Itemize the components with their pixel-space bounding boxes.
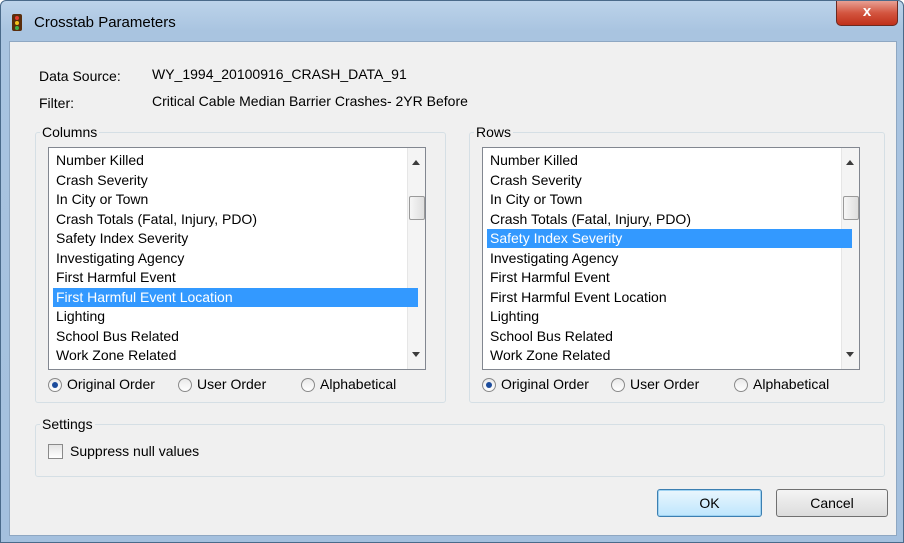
dialog-body: Data Source: WY_1994_20100916_CRASH_DATA… — [9, 41, 897, 536]
list-item[interactable]: Crash Totals (Fatal, Injury, PDO) — [487, 210, 852, 229]
list-item[interactable]: First Harmful Event — [487, 268, 852, 287]
rows-group: Rows Number Killed Crash Severity In City … — [469, 124, 885, 403]
list-item[interactable]: First Harmful Event — [53, 268, 418, 287]
list-item[interactable]: Crash Severity — [53, 171, 418, 190]
list-item[interactable]: First Harmful Event Location — [53, 287, 418, 307]
suppress-null-label[interactable]: Suppress null values — [70, 443, 199, 459]
radio-label[interactable]: User Order — [630, 376, 699, 392]
columns-listbox[interactable]: Number Killed Crash Severity In City or To… — [48, 147, 426, 370]
rows-listbox[interactable]: Number Killed Crash Severity In City or To… — [482, 147, 860, 370]
title-bar[interactable]: Crosstab Parameters x — [1, 1, 903, 41]
settings-group-title: Settings — [40, 416, 95, 432]
filter-value: Critical Cable Median Barrier Crashes- 2… — [152, 93, 468, 109]
radio-label[interactable]: Original Order — [501, 376, 589, 392]
list-item[interactable]: Work Zone Related — [487, 346, 852, 365]
list-item[interactable]: Crash Totals (Fatal, Injury, PDO) — [53, 210, 418, 229]
dialog-window: Crosstab Parameters x Data Source: WY_19… — [0, 0, 904, 543]
cancel-button[interactable]: Cancel — [776, 489, 888, 517]
radio-label[interactable]: Original Order — [67, 376, 155, 392]
ok-button[interactable]: OK — [657, 489, 762, 517]
radio-button[interactable] — [482, 378, 496, 392]
list-item[interactable]: Number Killed — [53, 151, 418, 170]
list-item[interactable]: Investigating Agency — [487, 249, 852, 268]
list-item[interactable]: School Bus Related — [53, 327, 418, 346]
radio-label[interactable]: Alphabetical — [320, 376, 396, 392]
columns-group-title: Columns — [40, 124, 100, 140]
list-item[interactable]: School Bus Related — [487, 327, 852, 346]
rows-group-title: Rows — [474, 124, 514, 140]
list-item[interactable]: Safety Index Severity — [487, 229, 852, 248]
window-title: Crosstab Parameters — [34, 14, 176, 31]
data-source-label: Data Source: — [39, 68, 121, 84]
radio-button[interactable] — [301, 378, 315, 392]
list-item[interactable]: In City or Town — [53, 190, 418, 209]
suppress-null-checkbox[interactable] — [48, 444, 63, 459]
list-item[interactable]: Number Killed — [487, 151, 852, 170]
close-icon: x — [862, 3, 872, 20]
columns-group: Columns Number Killed Crash Severity In Ci… — [35, 124, 446, 403]
traffic-light-icon — [12, 14, 22, 31]
list-item[interactable]: Work Zone Related — [53, 346, 418, 365]
settings-group: Settings Suppress null values — [35, 416, 885, 477]
radio-button[interactable] — [178, 378, 192, 392]
list-item[interactable]: In City or Town — [487, 190, 852, 209]
list-item[interactable]: Crash Severity — [487, 171, 852, 190]
list-item[interactable]: Lighting — [53, 307, 418, 326]
list-item[interactable]: Lighting — [487, 307, 852, 326]
radio-button[interactable] — [611, 378, 625, 392]
close-button[interactable]: x — [836, 1, 898, 26]
radio-button[interactable] — [734, 378, 748, 392]
radio-label[interactable]: User Order — [197, 376, 266, 392]
radio-label[interactable]: Alphabetical — [753, 376, 829, 392]
data-source-value: WY_1994_20100916_CRASH_DATA_91 — [152, 66, 407, 82]
filter-label: Filter: — [39, 95, 74, 111]
radio-button[interactable] — [48, 378, 62, 392]
list-item[interactable]: Investigating Agency — [53, 249, 418, 268]
list-item[interactable]: First Harmful Event Location — [487, 288, 852, 307]
list-item[interactable]: Safety Index Severity — [53, 229, 418, 248]
